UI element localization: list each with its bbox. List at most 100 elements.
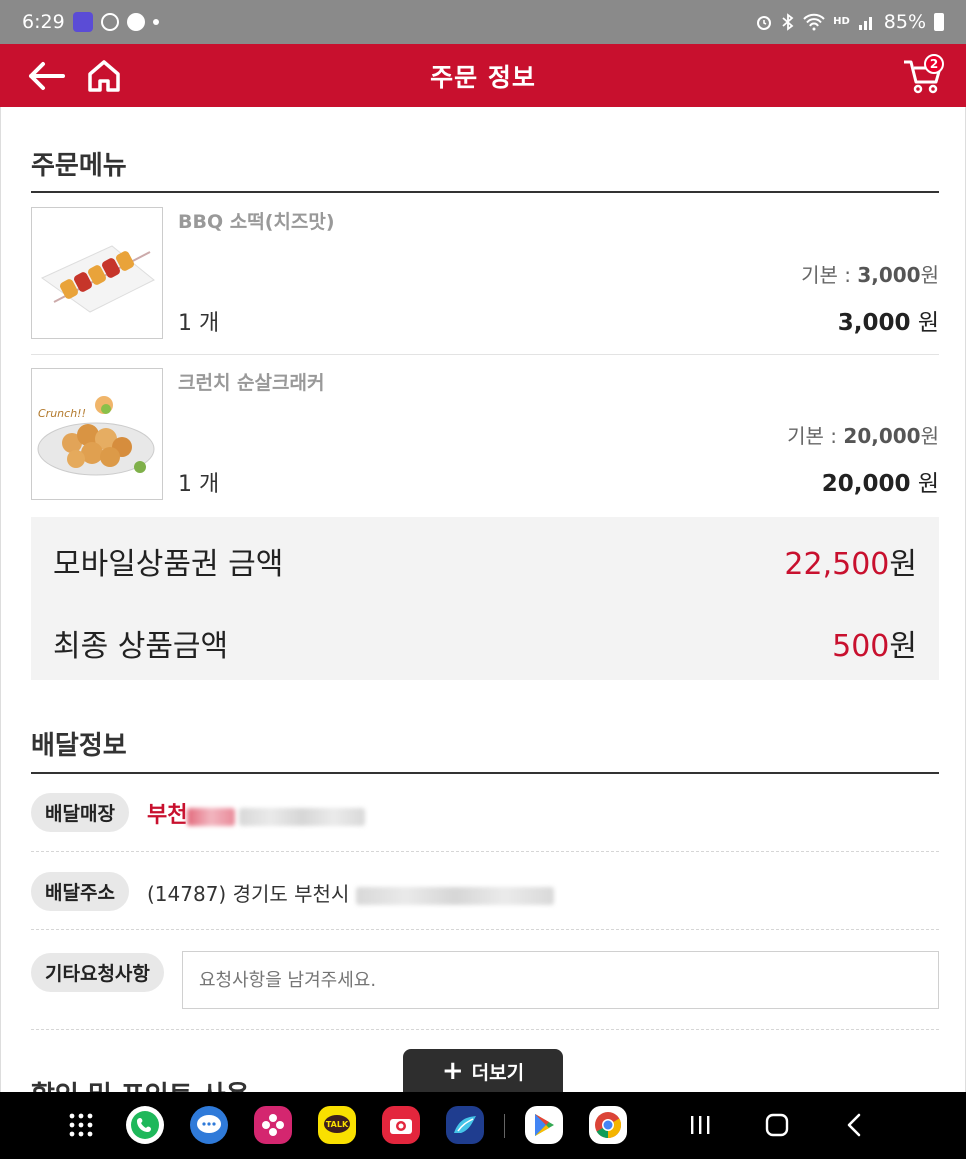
recent-apps-icon (691, 1116, 710, 1134)
kakaotalk-app-icon[interactable]: TALK (318, 1106, 356, 1144)
item-total-price: 3,000 원 (838, 303, 939, 337)
redacted-store-text (187, 807, 236, 826)
recent-apps-button[interactable] (680, 1106, 720, 1144)
item-name: 크런치 순살크래커 (178, 372, 325, 394)
voucher-amount-unit: 원 (889, 547, 917, 582)
item-divider (31, 354, 939, 355)
more-button[interactable]: + 더보기 (403, 1049, 563, 1093)
redacted-phone-text (239, 807, 366, 826)
system-nav-bar: TALK (0, 1092, 966, 1159)
battery-percent: 85% (883, 11, 926, 33)
request-input[interactable] (182, 951, 939, 1009)
app-drawer-icon[interactable] (62, 1106, 100, 1144)
item-quantity: 1 개 (178, 311, 220, 336)
final-amount-number: 500 (832, 629, 890, 664)
final-amount-row: 최종 상품금액 500원 (53, 621, 917, 665)
delivery-address-value: (14787) 경기도 부천시 (147, 878, 554, 907)
more-notifications-icon (152, 19, 159, 25)
delivery-address-row: 배달주소 (14787) 경기도 부천시 (31, 872, 939, 912)
chat-bubble-icon (197, 1115, 221, 1133)
chrome-app-icon[interactable] (589, 1106, 627, 1144)
total-price-unit: 원 (910, 471, 939, 497)
back-chevron-icon (847, 1113, 861, 1137)
gallery-app-icon[interactable] (254, 1106, 292, 1144)
notification-app-icon (126, 13, 145, 31)
talk-bubble-icon: TALK (324, 1115, 350, 1133)
alarm-icon (757, 16, 772, 30)
more-button-label: 더보기 (471, 1061, 525, 1084)
order-item: Crunch!! 크런치 순살크래커 기본 : 20,000원 1 개 20,0… (31, 368, 939, 502)
base-price-unit: 원 (920, 424, 939, 448)
phone-app-icon[interactable] (126, 1106, 164, 1144)
voucher-amount-number: 22,500 (784, 547, 890, 582)
play-store-app-icon[interactable] (525, 1106, 563, 1144)
delivery-info-rule (31, 772, 939, 774)
home-nav-button[interactable] (757, 1106, 797, 1144)
discount-section-title: 할인 및 포인트 사용 (31, 1075, 250, 1092)
base-price-unit: 원 (920, 263, 939, 287)
signal-icon (858, 17, 872, 30)
base-price-value: 3,000 (857, 263, 921, 287)
total-price-value: 3,000 (837, 310, 911, 336)
item-total-price: 20,000 원 (822, 464, 939, 498)
svg-text:TALK: TALK (326, 1120, 349, 1129)
delivery-address-label: 배달주소 (31, 872, 129, 911)
chrome-icon (595, 1112, 622, 1139)
order-menu-title: 주문메뉴 (31, 151, 127, 181)
item-quantity: 1 개 (178, 472, 220, 497)
play-triangle-icon (535, 1114, 554, 1136)
base-price-label: 기본 : (801, 263, 858, 287)
home-icon (88, 60, 120, 92)
plus-icon: + (441, 1056, 464, 1086)
item-name: BBQ 소떡(치즈맛) (178, 211, 335, 233)
battery-icon (934, 13, 944, 31)
redacted-address-text (355, 886, 554, 905)
address-text: (14787) 경기도 부천시 (147, 882, 350, 906)
total-price-unit: 원 (910, 310, 939, 336)
delivery-store-value: 부천 (147, 797, 366, 829)
total-price-value: 20,000 (821, 471, 911, 497)
fried-chicken-image: Crunch!! (31, 368, 163, 500)
page-title: 주문 정보 (430, 62, 536, 92)
phone-icon (131, 1111, 159, 1139)
status-time: 6:29 (22, 11, 65, 33)
order-content: 주문메뉴 BBQ 소떡(치즈맛) 기본 : 3,000원 1 개 3,000 원 (0, 107, 966, 1092)
wifi-icon (803, 13, 825, 31)
network-type-label: HD (833, 16, 850, 27)
home-button[interactable] (84, 56, 124, 96)
home-app-icon (72, 12, 93, 32)
item-base-price: 기본 : 3,000원 (801, 259, 939, 288)
price-summary: 모바일상품권 금액 22,500원 최종 상품금액 500원 (31, 517, 939, 680)
dock-separator (504, 1114, 505, 1138)
row-divider (31, 929, 939, 930)
back-arrow-icon (29, 62, 65, 90)
row-divider (31, 1029, 939, 1030)
camera-icon (390, 1119, 412, 1134)
row-divider (31, 851, 939, 852)
request-label: 기타요청사항 (31, 953, 164, 992)
voucher-amount-label: 모바일상품권 금액 (53, 547, 284, 582)
skewer-food-image (31, 207, 163, 339)
request-row: 기타요청사항 (31, 951, 939, 1011)
back-button[interactable] (26, 56, 66, 96)
bird-icon (454, 1116, 476, 1133)
delivery-store-label: 배달매장 (31, 793, 129, 832)
bixby-app-icon[interactable] (446, 1106, 484, 1144)
order-item: BBQ 소떡(치즈맛) 기본 : 3,000원 1 개 3,000 원 (31, 207, 939, 341)
cart-count-badge: 2 (924, 54, 944, 74)
voucher-amount-row: 모바일상품권 금액 22,500원 (53, 539, 917, 583)
cart-button[interactable]: 2 (900, 54, 946, 96)
camera-app-icon[interactable] (382, 1106, 420, 1144)
final-amount-label: 최종 상품금액 (53, 629, 229, 664)
bluetooth-icon (782, 13, 794, 31)
messages-app-icon[interactable] (190, 1106, 228, 1144)
app-header: 주문 정보 2 (0, 44, 966, 107)
back-nav-button[interactable] (834, 1106, 874, 1144)
voucher-amount-value: 22,500원 (784, 539, 917, 583)
status-bar: 6:29 HD 85% (0, 0, 966, 44)
check-circle-icon (100, 13, 119, 31)
delivery-store-row: 배달매장 부천 (31, 793, 939, 833)
flower-icon (262, 1114, 284, 1136)
store-name: 부천 (147, 803, 188, 828)
base-price-value: 20,000 (843, 424, 921, 448)
